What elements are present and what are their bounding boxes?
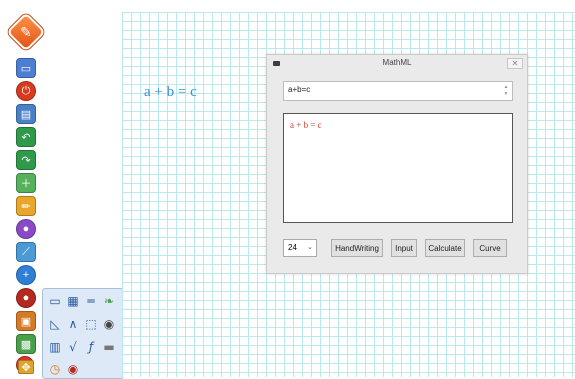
- camera-icon[interactable]: ◉: [101, 316, 117, 332]
- function-icon[interactable]: ƒ: [83, 339, 99, 355]
- logo-pencil-icon: ✎: [20, 23, 32, 40]
- pencil-icon[interactable]: ✏: [16, 196, 36, 216]
- select-icon[interactable]: ⬚: [83, 316, 99, 332]
- canvas-math-expression[interactable]: a + b = c: [144, 84, 197, 101]
- leaf-icon[interactable]: ❧: [101, 293, 117, 309]
- handwriting-button[interactable]: HandWriting: [331, 239, 383, 257]
- undo-icon[interactable]: ↶: [16, 127, 36, 147]
- ruler-icon[interactable]: ⟋: [16, 242, 36, 262]
- plus-icon[interactable]: +: [16, 265, 36, 285]
- mathml-render-area: a + b = c: [283, 113, 513, 223]
- redo-icon[interactable]: ↷: [16, 150, 36, 170]
- record-icon[interactable]: ●: [16, 288, 36, 308]
- expression-input-value[interactable]: a+b=c: [288, 85, 310, 94]
- image-icon[interactable]: ▩: [16, 334, 36, 354]
- chevron-down-icon: ⌄: [307, 244, 313, 251]
- page-icon[interactable]: ▤: [16, 104, 36, 124]
- new-page-icon[interactable]: ＋: [16, 173, 36, 193]
- scroll-arrows-icon[interactable]: ▲ ▼: [503, 84, 509, 98]
- clock-icon[interactable]: ◷: [47, 361, 63, 377]
- screen-icon[interactable]: ▭: [47, 293, 63, 309]
- monitor-icon[interactable]: ▭: [16, 58, 36, 78]
- font-size-value: 24: [288, 243, 297, 252]
- record-small-icon[interactable]: ◉: [65, 361, 81, 377]
- capture-icon[interactable]: ▦: [65, 293, 81, 309]
- tool-sidebar: ✎ ▭ ⏻ ▤ ↶ ↷ ＋ ✏ ● ⟋ + ● ▣ ▩ ✕ ▭ ▦ ═ ❧ ◺ …: [0, 0, 124, 379]
- line-icon[interactable]: ═: [83, 293, 99, 309]
- power-icon[interactable]: ⏻: [16, 81, 36, 101]
- mathml-dialog: MathML ✕ a+b=c ▲ ▼ a + b = c 24 ⌄ HandWri…: [266, 54, 528, 274]
- calculate-button[interactable]: Calculate: [425, 239, 465, 257]
- palette-icon[interactable]: ●: [16, 219, 36, 239]
- dialog-title: MathML: [382, 58, 412, 67]
- triangle-ruler-icon[interactable]: ◺: [47, 316, 63, 332]
- compass-icon[interactable]: ∧: [65, 316, 81, 332]
- curve-button[interactable]: Curve: [473, 239, 507, 257]
- expression-input[interactable]: a+b=c ▲ ▼: [283, 81, 513, 101]
- toolbox-icon[interactable]: ▣: [16, 311, 36, 331]
- font-size-select[interactable]: 24 ⌄: [283, 239, 317, 257]
- input-button[interactable]: Input: [391, 239, 417, 257]
- sub-tool-panel: ▭ ▦ ═ ❧ ◺ ∧ ⬚ ◉ ▥ √ ƒ ▬ ◷ ◉: [42, 288, 124, 379]
- calculator-icon[interactable]: ▥: [47, 339, 63, 355]
- close-button[interactable]: ✕: [507, 58, 523, 69]
- toggle-icon[interactable]: ▬: [101, 339, 117, 355]
- rendered-expression: a + b = c: [290, 120, 322, 130]
- sqrt-icon[interactable]: √: [65, 339, 81, 355]
- move-icon[interactable]: ✥: [18, 360, 34, 374]
